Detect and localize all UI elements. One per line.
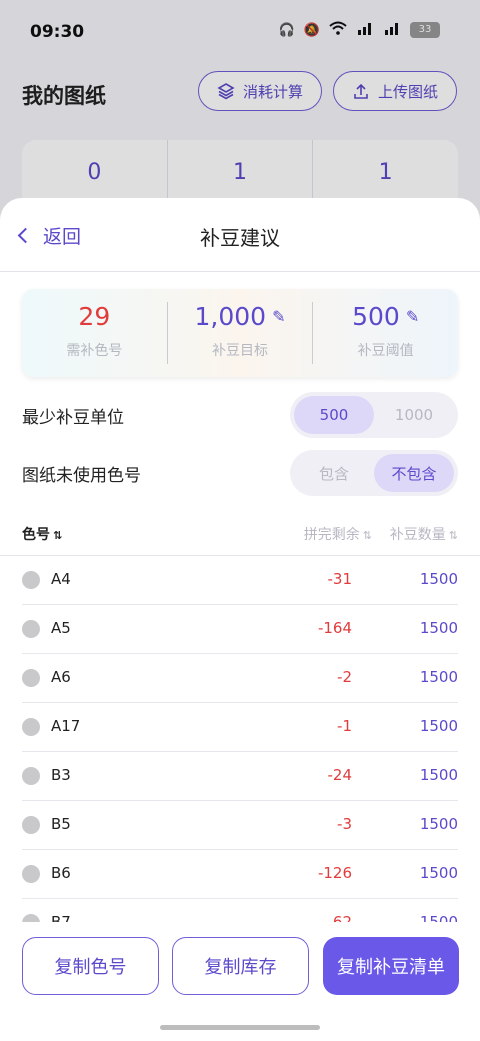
remaining-value: -31 (327, 570, 353, 588)
color-code: A6 (51, 668, 71, 686)
color-swatch (22, 571, 40, 589)
edit-icon[interactable]: ✎ (406, 302, 419, 332)
bean-suggestion-sheet: 返回 补豆建议 29 需补色号 1,000 ✎ 补豆目标 500 ✎ 补豆阈值 … (0, 198, 480, 1041)
table-row[interactable]: A4 -31 1500 (22, 556, 458, 605)
quantity-value: 1500 (419, 815, 458, 833)
unused-option-include[interactable]: 包含 (294, 454, 374, 492)
header-color-code-label: 色号 (22, 527, 50, 543)
color-swatch (22, 669, 40, 687)
color-swatch (22, 620, 40, 638)
header-quantity[interactable]: 补豆数量 ⇅ (390, 524, 458, 544)
sort-icon: ⇅ (448, 529, 458, 542)
edit-icon[interactable]: ✎ (272, 302, 285, 332)
threshold-label: 补豆阈值 (357, 343, 414, 359)
remaining-value: -126 (317, 864, 352, 882)
summary-needed-colors: 29 需补色号 (22, 302, 168, 364)
color-swatch (22, 865, 40, 883)
needed-colors-value: 29 (78, 302, 111, 331)
header-remaining-label: 拼完剩余 (303, 527, 360, 543)
table-body[interactable]: A4 -31 1500 A5 -164 1500 A6 -2 1500 A17 -1 1500 … (0, 556, 480, 922)
quantity-value: 1500 (419, 766, 458, 784)
sheet-title: 补豆建议 (200, 226, 280, 250)
remaining-value: -24 (327, 766, 353, 784)
target-value: 1,000 (194, 302, 267, 331)
min-unit-label: 最少补豆单位 (22, 407, 124, 428)
summary-threshold[interactable]: 500 ✎ 补豆阈值 (313, 302, 458, 364)
table-row[interactable]: B6 -126 1500 (22, 850, 458, 899)
table-row[interactable]: B7 -62 1500 (22, 899, 458, 922)
summary-card: 29 需补色号 1,000 ✎ 补豆目标 500 ✎ 补豆阈值 (22, 289, 458, 377)
unused-option-exclude[interactable]: 不包含 (374, 454, 454, 492)
summary-target[interactable]: 1,000 ✎ 补豆目标 (168, 302, 314, 364)
unused-colors-segmented: 包含 不包含 (290, 450, 458, 496)
sort-icon: ⇅ (362, 529, 372, 542)
copy-list-button[interactable]: 复制补豆清单 (323, 937, 459, 995)
unused-colors-row: 图纸未使用色号 包含 不包含 (22, 450, 458, 496)
table-row[interactable]: A5 -164 1500 (22, 605, 458, 654)
unused-colors-label: 图纸未使用色号 (22, 465, 141, 486)
color-swatch (22, 718, 40, 736)
quantity-value: 1500 (419, 717, 458, 735)
remaining-value: -62 (327, 913, 353, 922)
quantity-value: 1500 (419, 619, 458, 637)
table-row[interactable]: B5 -3 1500 (22, 801, 458, 850)
remaining-value: -2 (337, 668, 352, 686)
sort-icon: ⇅ (53, 529, 63, 542)
color-code: A17 (51, 717, 81, 735)
remaining-value: -164 (317, 619, 352, 637)
copy-codes-button[interactable]: 复制色号 (22, 937, 159, 995)
table-header: 色号 ⇅ 拼完剩余 ⇅ 补豆数量 ⇅ (0, 516, 480, 556)
table-row[interactable]: A6 -2 1500 (22, 654, 458, 703)
threshold-value: 500 (352, 302, 400, 331)
needed-colors-label: 需补色号 (66, 343, 123, 359)
min-unit-option-500[interactable]: 500 (294, 396, 374, 434)
quantity-value: 1500 (419, 864, 458, 882)
color-code: B6 (51, 864, 71, 882)
table-row[interactable]: A17 -1 1500 (22, 703, 458, 752)
color-code: A4 (51, 570, 71, 588)
color-swatch (22, 816, 40, 834)
quantity-value: 1500 (419, 570, 458, 588)
header-color-code[interactable]: 色号 ⇅ (22, 524, 62, 544)
color-code: A5 (51, 619, 71, 637)
threshold-value-row: 500 ✎ (313, 302, 458, 332)
header-quantity-label: 补豆数量 (389, 527, 446, 543)
target-value-row: 1,000 ✎ (168, 302, 313, 332)
color-code: B3 (51, 766, 71, 784)
home-indicator[interactable] (160, 1025, 320, 1030)
quantity-value: 1500 (419, 668, 458, 686)
sheet-header: 返回 补豆建议 (0, 198, 480, 272)
color-swatch (22, 914, 40, 922)
color-code: B5 (51, 815, 71, 833)
min-unit-segmented: 500 1000 (290, 392, 458, 438)
color-code: B7 (51, 913, 71, 922)
quantity-value: 1500 (419, 913, 458, 922)
remaining-value: -1 (337, 717, 352, 735)
min-unit-option-1000[interactable]: 1000 (374, 396, 454, 434)
color-swatch (22, 767, 40, 785)
remaining-value: -3 (337, 815, 352, 833)
header-remaining[interactable]: 拼完剩余 ⇅ (304, 524, 372, 544)
action-footer: 复制色号 复制库存 复制补豆清单 (0, 922, 480, 1041)
min-unit-row: 最少补豆单位 500 1000 (22, 392, 458, 438)
table-row[interactable]: B3 -24 1500 (22, 752, 458, 801)
target-label: 补豆目标 (212, 343, 268, 359)
copy-stock-button[interactable]: 复制库存 (172, 937, 309, 995)
